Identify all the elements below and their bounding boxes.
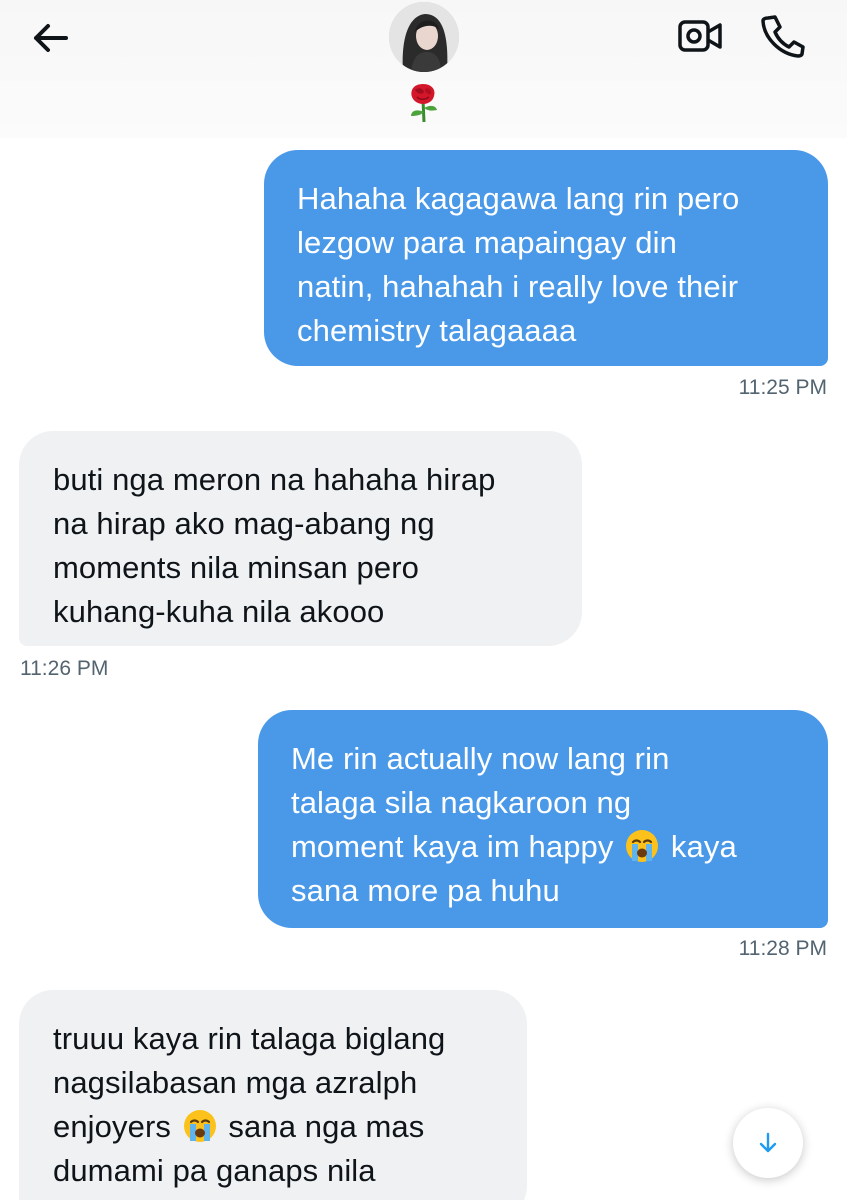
received-message-bubble[interactable]: buti nga meron na hahaha hirap na hirap … [19,431,582,646]
video-call-button[interactable] [676,14,724,58]
message-timestamp: 11:25 PM [738,376,827,399]
phone-icon [761,15,805,58]
message-line: natin, hahahah i really love their [297,269,739,304]
message-text: enjoyers [53,1109,171,1144]
message-text: kaya [670,829,737,864]
rose-icon [403,80,443,124]
arrow-down-icon [759,1132,777,1153]
message-text: moment kaya im happy [291,829,614,864]
message-line: kuhang-kuha nila akooo [53,594,385,629]
arrow-left-icon [34,24,68,52]
sent-message-bubble[interactable]: Me rin actually now lang rin talaga sila… [258,710,828,928]
message-timestamp: 11:26 PM [20,657,109,680]
loudly-crying-face-icon [182,1108,218,1144]
contact-photo [389,2,459,72]
message-line: buti nga meron na hahaha hirap [53,462,496,497]
sent-message-bubble[interactable]: Hahaha kagagawa lang rin pero lezgow par… [264,150,828,366]
message-line-with-emoji: moment kaya im happy kaya [291,825,808,869]
conversation-header [0,0,847,138]
video-camera-icon [678,20,722,52]
message-line-with-emoji: enjoyers sana nga mas [53,1105,507,1149]
message-timestamp: 11:28 PM [738,937,827,960]
message-line: chemistry talagaaaa [297,313,577,348]
scroll-to-bottom-button[interactable] [733,1108,803,1178]
message-line: dumami pa ganaps nila [53,1153,376,1188]
message-line: Me rin actually now lang rin [291,741,670,776]
message-text: sana nga mas [228,1109,425,1144]
avatar[interactable] [389,2,459,72]
message-line: sana more pa huhu [291,873,560,908]
message-line: nagsilabasan mga azralph [53,1065,418,1100]
message-line: na hirap ako mag-abang ng [53,506,435,541]
message-line: talaga sila nagkaroon ng [291,785,632,820]
loudly-crying-face-icon [624,828,660,864]
received-message-bubble[interactable]: truuu kaya rin talaga biglang nagsilabas… [19,990,527,1200]
dm-conversation: Hahaha kagagawa lang rin pero lezgow par… [0,0,847,1200]
message-line: moments nila minsan pero [53,550,419,585]
voice-call-button[interactable] [758,12,806,58]
back-button[interactable] [26,16,74,60]
message-line: truuu kaya rin talaga biglang [53,1021,446,1056]
message-line: Hahaha kagagawa lang rin pero [297,181,740,216]
message-line: lezgow para mapaingay din [297,225,677,260]
